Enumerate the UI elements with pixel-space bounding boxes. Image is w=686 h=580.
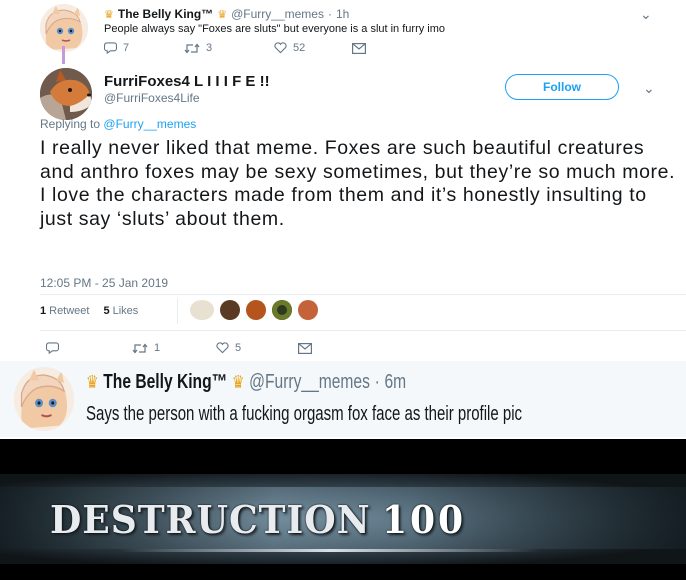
retweet-count: 3 [206, 42, 213, 54]
display-name[interactable]: The Belly King™ [103, 371, 227, 394]
crown-emoji-icon: ♛ [217, 8, 228, 21]
display-name[interactable]: The Belly King™ [118, 7, 213, 21]
stats-divider [177, 298, 178, 324]
divider [40, 294, 686, 295]
destruction-meme-banner: DESTRUCTION 100 [0, 439, 686, 580]
retweet-stat-count: 1 [40, 305, 47, 317]
banner-text: DESTRUCTION 100 [50, 497, 466, 542]
tweet-text: People always say "Foxes are sluts" but … [104, 23, 446, 35]
heart-icon [216, 342, 229, 354]
belly-king-avatar[interactable] [40, 4, 88, 52]
reply-tweet: ♛ The Belly King™ ♛ @Furry__memes · 6m S… [0, 361, 686, 437]
reply-button[interactable] [46, 342, 132, 354]
retweet-stat-label: Retweet [49, 305, 90, 317]
liker-avatar[interactable] [272, 300, 292, 320]
heart-icon [274, 42, 287, 54]
like-stat-count: 5 [103, 305, 110, 317]
liker-avatar[interactable] [220, 300, 240, 320]
follow-button[interactable]: Follow [505, 74, 619, 100]
retweet-stat[interactable]: 1 Retweet [40, 305, 89, 317]
envelope-icon [298, 342, 312, 354]
handle[interactable]: @Furry__memes [249, 371, 370, 394]
display-name[interactable]: FurriFoxes4 L I I I F E !! [104, 73, 270, 90]
tweet-header: ♛ The Belly King™ ♛ @Furry__memes · 1h [104, 7, 349, 21]
parent-tweet: ♛ The Belly King™ ♛ @Furry__memes · 1h P… [0, 0, 686, 64]
retweet-count: 1 [154, 342, 161, 354]
handle[interactable]: @Furry__memes [231, 7, 324, 21]
reply-icon [104, 42, 117, 54]
envelope-icon [352, 42, 366, 54]
direct-message-button[interactable] [298, 342, 312, 354]
liker-avatar[interactable] [246, 300, 266, 320]
tweet-stats: 1 Retweet 5 Likes [40, 305, 138, 317]
crown-emoji-icon: ♛ [104, 8, 114, 21]
tweet-text: I really never liked that meme. Foxes ar… [40, 137, 676, 230]
tweet-text: Says the person with a fucking orgasm fo… [86, 403, 523, 425]
belly-king-avatar[interactable] [14, 367, 74, 431]
liker-avatar[interactable] [298, 300, 318, 320]
replying-handle-link[interactable]: @Furry__memes [103, 117, 196, 131]
handle[interactable]: @FurriFoxes4Life [104, 91, 200, 105]
like-count: 5 [235, 342, 242, 354]
tweet-actions: 1 5 [46, 342, 312, 354]
direct-message-button[interactable] [352, 42, 366, 54]
like-stat[interactable]: 5 Likes [103, 305, 138, 317]
reply-count: 7 [123, 42, 130, 54]
main-tweet: FurriFoxes4 L I I I F E !! @FurriFoxes4L… [0, 60, 686, 360]
tweet-time[interactable]: 1h [336, 7, 349, 21]
retweet-button[interactable]: 3 [184, 42, 268, 54]
chevron-down-icon[interactable]: ⌄ [643, 80, 655, 97]
banner-underline [120, 549, 540, 552]
crown-emoji-icon: ♛ [231, 372, 245, 392]
retweet-icon [132, 343, 148, 353]
tweet-timestamp[interactable]: 12:05 PM - 25 Jan 2019 [40, 276, 168, 290]
replying-prefix: Replying to [40, 117, 101, 131]
like-button[interactable]: 52 [274, 42, 346, 54]
replying-to: Replying to @Furry__memes [40, 117, 196, 131]
crown-emoji-icon: ♛ [86, 372, 99, 392]
tweet-header: ♛ The Belly King™ ♛ @Furry__memes · 6m [86, 371, 406, 394]
divider [40, 330, 686, 331]
like-count: 52 [293, 42, 306, 54]
like-stat-label: Likes [112, 305, 139, 317]
furrifoxes-avatar[interactable] [40, 68, 92, 120]
like-button[interactable]: 5 [216, 342, 298, 354]
banner-word: DESTRUCTION [50, 497, 371, 542]
separator-dot: · [327, 7, 332, 21]
separator-dot: · [374, 371, 380, 393]
banner-number: 100 [382, 497, 466, 542]
liker-avatars [190, 300, 318, 320]
tweet-actions: 7 3 52 [104, 42, 366, 54]
reply-button[interactable]: 7 [104, 42, 160, 54]
chevron-down-icon[interactable]: ⌄ [640, 6, 652, 23]
retweet-button[interactable]: 1 [132, 342, 216, 354]
reply-icon [46, 342, 59, 354]
tweet-time[interactable]: 6m [384, 371, 406, 394]
retweet-icon [184, 43, 200, 53]
liker-avatar[interactable] [190, 300, 214, 320]
